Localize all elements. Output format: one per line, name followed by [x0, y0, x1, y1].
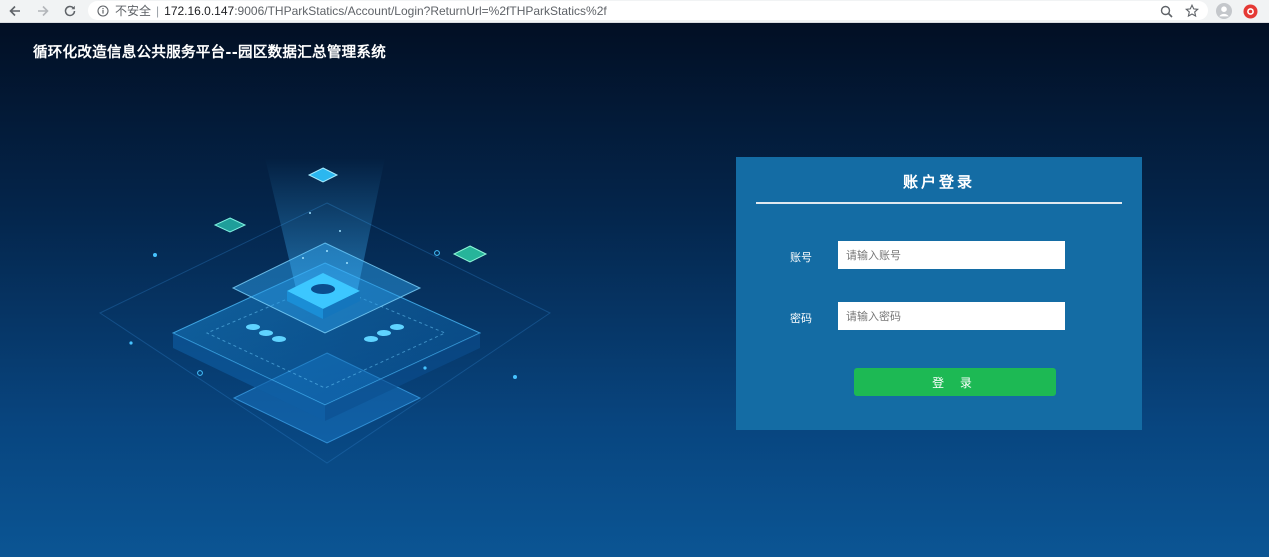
zoom-icon[interactable] [1157, 2, 1175, 20]
heading-divider [756, 202, 1122, 204]
reload-icon[interactable] [61, 2, 79, 20]
url-path: :9006/THParkStatics/Account/Login?Return… [234, 3, 607, 18]
browser-toolbar: 不安全 | 172.16.0.147:9006/THParkStatics/Ac… [0, 0, 1269, 23]
account-label: 账号 [790, 251, 812, 264]
extension-icon[interactable] [1241, 2, 1259, 20]
login-panel: 账户登录 账号 密码 登 录 [736, 157, 1142, 430]
data-platform-illustration [95, 143, 565, 477]
password-input[interactable] [838, 302, 1065, 330]
login-heading: 账户登录 [902, 173, 975, 191]
bookmark-star-icon[interactable] [1183, 2, 1201, 20]
url-separator: | [156, 3, 160, 18]
url-host: 172.16.0.147 [164, 3, 235, 18]
back-arrow-icon[interactable] [6, 2, 24, 20]
page-title: 循环化改造信息公共服务平台--园区数据汇总管理系统 [33, 45, 387, 61]
profile-avatar-icon[interactable] [1215, 2, 1233, 20]
password-label: 密码 [790, 312, 812, 325]
login-button[interactable]: 登 录 [854, 368, 1056, 396]
login-page: 循环化改造信息公共服务平台--园区数据汇总管理系统 账户登录 账号 请输入账号 … [0, 23, 1269, 557]
insecure-label: 不安全 [115, 4, 152, 18]
account-input[interactable] [838, 241, 1065, 269]
info-icon[interactable] [96, 4, 110, 18]
address-bar[interactable]: 不安全 | 172.16.0.147:9006/THParkStatics/Ac… [88, 1, 1208, 20]
forward-arrow-icon[interactable] [34, 2, 52, 20]
